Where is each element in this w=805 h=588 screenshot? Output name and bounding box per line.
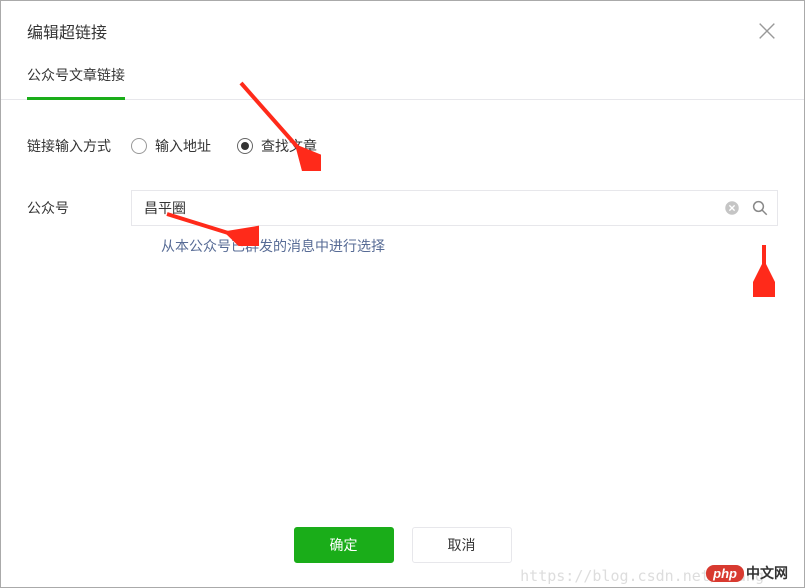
radio-icon-selected	[237, 138, 253, 154]
radio-group-input-method: 输入地址 查找文章	[131, 136, 317, 156]
logo-cn: 中文网	[746, 563, 788, 583]
row-account: 公众号	[27, 190, 778, 226]
search-button[interactable]	[751, 199, 769, 217]
account-input[interactable]	[144, 200, 723, 216]
clear-button[interactable]	[723, 199, 741, 217]
logo-badge: php 中文网	[706, 563, 788, 583]
radio-label-search-article: 查找文章	[261, 136, 317, 156]
close-button[interactable]	[756, 20, 778, 42]
row-sublink: 从本公众号已群发的消息中进行选择	[161, 236, 778, 256]
label-input-method: 链接输入方式	[27, 136, 131, 156]
dialog-content: 链接输入方式 输入地址 查找文章 公众号	[1, 100, 804, 256]
dialog-footer: 确定 取消	[1, 527, 804, 563]
clear-icon	[723, 199, 741, 217]
watermark-text: https://blog.csdn.net/xiang	[520, 567, 764, 585]
tab-bar: 公众号文章链接	[1, 57, 804, 100]
ok-button[interactable]: 确定	[294, 527, 394, 563]
tab-article-link[interactable]: 公众号文章链接	[27, 57, 125, 100]
label-account: 公众号	[27, 198, 131, 218]
logo-php: php	[706, 565, 744, 582]
radio-icon	[131, 138, 147, 154]
cancel-button[interactable]: 取消	[412, 527, 512, 563]
row-input-method: 链接输入方式 输入地址 查找文章	[27, 136, 778, 156]
dialog-header: 编辑超链接	[1, 1, 804, 57]
radio-label-input-url: 输入地址	[155, 136, 211, 156]
search-icon	[751, 199, 769, 217]
account-input-wrap	[131, 190, 778, 226]
close-icon	[756, 20, 778, 42]
dialog-window: 编辑超链接 公众号文章链接 链接输入方式 输入地址 查找文章	[0, 0, 805, 588]
link-select-from-sent[interactable]: 从本公众号已群发的消息中进行选择	[161, 238, 385, 254]
radio-search-article[interactable]: 查找文章	[237, 136, 317, 156]
dialog-title: 编辑超链接	[27, 19, 107, 43]
radio-input-url[interactable]: 输入地址	[131, 136, 211, 156]
